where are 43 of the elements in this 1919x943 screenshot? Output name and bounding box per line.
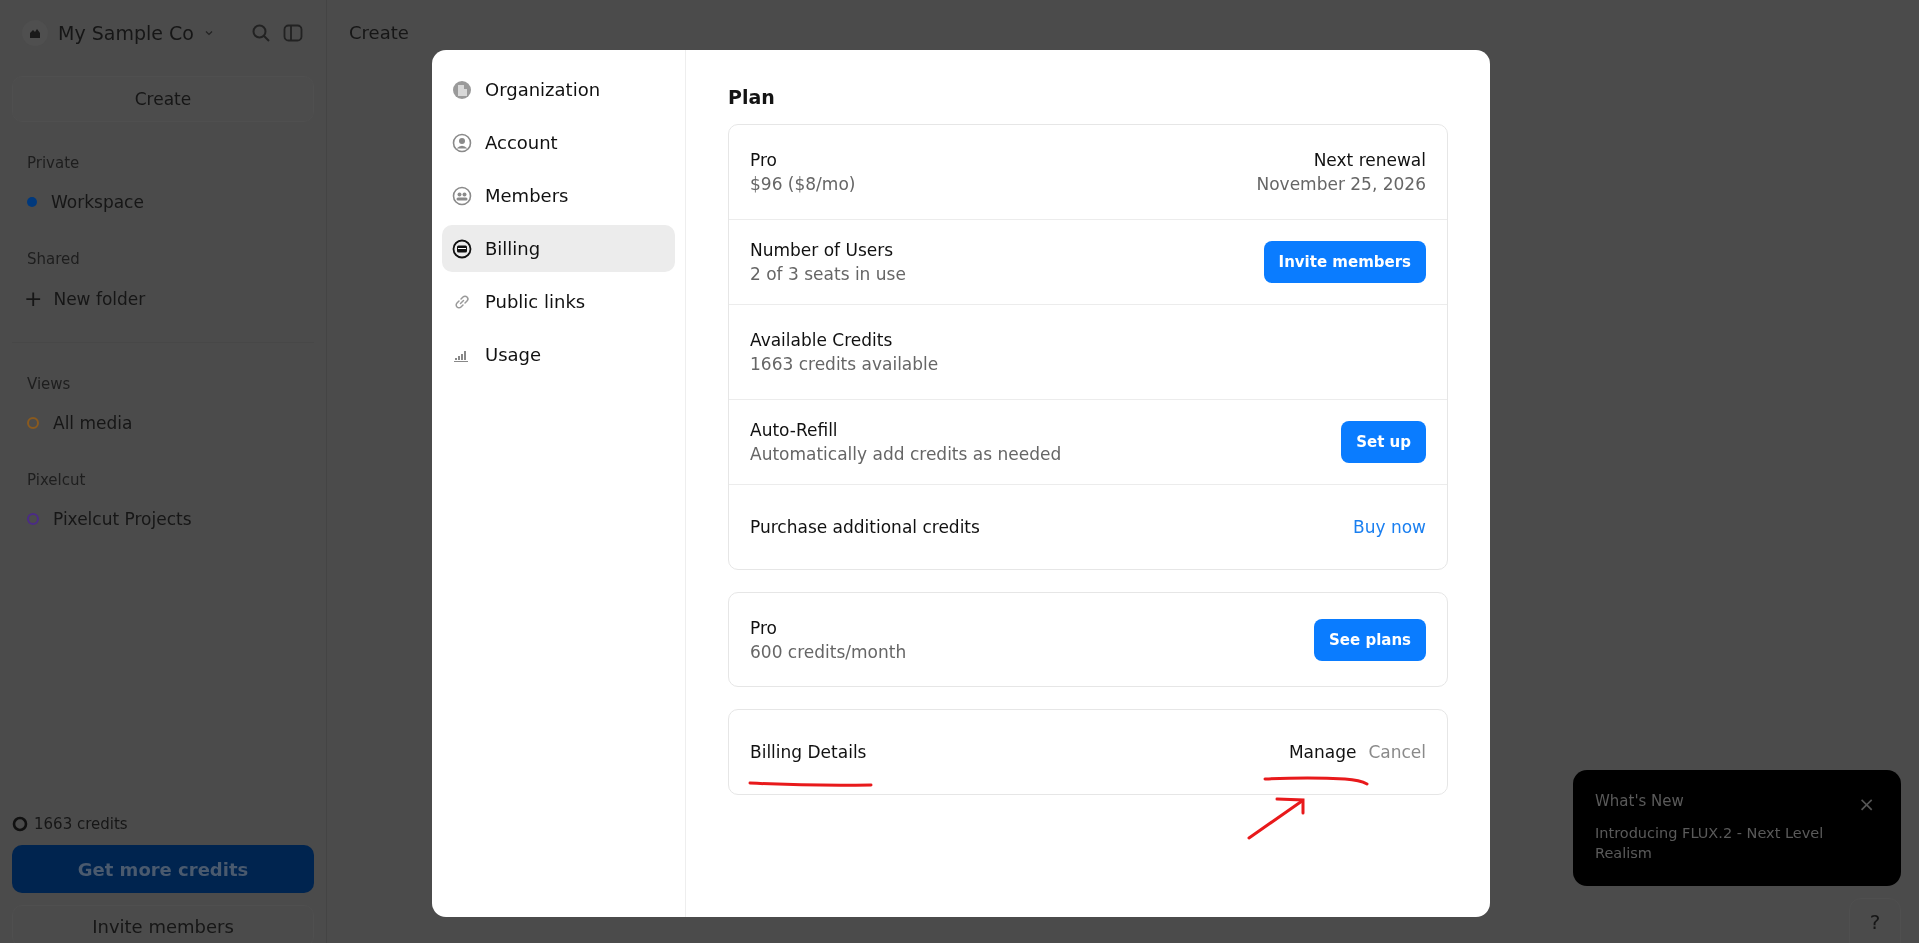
nav-item[interactable]: Account — [442, 119, 675, 166]
row-title: Available Credits — [750, 330, 894, 350]
cancel-link[interactable]: Cancel — [1368, 742, 1426, 762]
row-title: Pro — [750, 150, 778, 170]
manage-link[interactable]: Manage — [1288, 742, 1357, 762]
sidebar-toggle-icon[interactable] — [282, 22, 304, 44]
row-subtitle: 2 of 3 seats in use — [750, 264, 907, 284]
plus-icon: + — [24, 288, 43, 310]
progress-ring-icon — [12, 816, 28, 832]
nav-item[interactable]: Members — [442, 172, 675, 219]
nav-item[interactable]: Organization — [442, 66, 675, 113]
row-title: Pro — [750, 617, 778, 638]
renewal-label: Next renewal — [1313, 150, 1426, 170]
action-button[interactable]: See plans — [1314, 618, 1426, 661]
row-subtitle: 1663 credits available — [750, 354, 940, 374]
section-title: Plan — [728, 86, 776, 108]
action-button[interactable]: Set up — [1341, 421, 1426, 463]
help-button[interactable]: ? — [1849, 898, 1901, 943]
search-icon[interactable] — [250, 22, 272, 44]
toast-message: Introducing FLUX.2 - Next Level Realism — [1595, 824, 1825, 863]
row-subtitle: Automatically add credits as needed — [750, 444, 1063, 464]
get-credits-button[interactable]: Get more credits — [12, 845, 314, 893]
row-title: Purchase additional credits — [750, 517, 981, 537]
row-subtitle: $96 ($8/mo) — [750, 174, 857, 194]
logo-icon[interactable] — [22, 20, 48, 46]
row-subtitle: 600 credits/month — [750, 641, 908, 662]
row-title: Billing Details — [750, 742, 868, 762]
nav-icon — [452, 238, 472, 259]
renewal-date: November 25, 2026 — [1256, 174, 1426, 194]
nav-item[interactable]: Public links — [442, 278, 675, 325]
row-title: Auto-Refill — [750, 420, 839, 440]
nav-icon — [452, 79, 472, 100]
nav-item[interactable]: Billing — [442, 225, 675, 272]
row-title: Number of Users — [750, 240, 895, 260]
action-button[interactable]: Invite members — [1263, 241, 1426, 283]
action-link[interactable]: Buy now — [1353, 517, 1426, 537]
close-button[interactable]: × — [1858, 792, 1875, 816]
nav-icon — [452, 132, 472, 153]
chevron-icon[interactable] — [203, 28, 214, 38]
nav-item[interactable]: Usage — [442, 331, 675, 378]
toast-heading: What's New — [1595, 792, 1685, 810]
arrow-mark — [1247, 797, 1305, 840]
nav-icon — [452, 185, 472, 206]
